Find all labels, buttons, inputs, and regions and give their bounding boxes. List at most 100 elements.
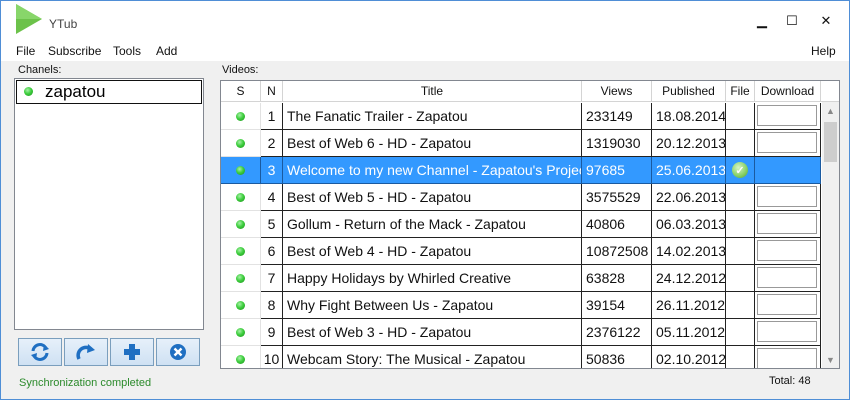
row-download-cell[interactable]	[755, 265, 821, 292]
table-row[interactable]: 8 Why Fight Between Us - Zapatou 39154 26.1…	[221, 292, 821, 319]
channel-name: zapatou	[45, 82, 106, 101]
row-published-cell: 02.10.2012	[652, 346, 726, 368]
menu-help[interactable]: Help	[811, 44, 836, 58]
row-download-cell[interactable]	[755, 184, 821, 211]
redo-button[interactable]	[64, 338, 108, 366]
row-views-cell: 10872508	[582, 238, 652, 265]
table-row[interactable]: 2 Best of Web 6 - HD - Zapatou 1319030 20.1…	[221, 130, 821, 157]
file-downloaded-icon: ✓	[732, 162, 748, 178]
download-progress-box[interactable]	[757, 348, 817, 368]
row-download-cell[interactable]	[755, 292, 821, 319]
row-published-cell: 20.12.2013	[652, 130, 726, 157]
status-dot-icon	[236, 138, 245, 148]
row-download-cell[interactable]	[755, 346, 821, 368]
row-status-cell	[221, 130, 261, 157]
row-n-cell: 8	[261, 292, 283, 319]
row-views-cell: 39154	[582, 292, 652, 319]
refresh-button[interactable]	[18, 338, 62, 366]
row-views-cell: 233149	[582, 103, 652, 130]
download-progress-box[interactable]	[757, 240, 817, 261]
row-views-cell: 1319030	[582, 130, 652, 157]
row-status-cell	[221, 184, 261, 211]
row-n-cell: 4	[261, 184, 283, 211]
window-title: YTub	[49, 17, 78, 31]
row-file-cell	[726, 292, 755, 319]
table-row[interactable]: 6 Best of Web 4 - HD - Zapatou 10872508 14.…	[221, 238, 821, 265]
app-window: YTub ▁ ☐ ✕ File Subscribe Tools Add Help…	[0, 0, 850, 400]
download-progress-box[interactable]	[757, 213, 817, 234]
row-download-cell[interactable]	[755, 211, 821, 238]
row-published-cell: 26.11.2012	[652, 292, 726, 319]
row-file-cell	[726, 319, 755, 346]
row-file-cell: ✓	[726, 157, 755, 184]
status-dot-icon	[236, 300, 245, 310]
row-download-cell[interactable]	[755, 238, 821, 265]
row-title-cell: Webcam Story: The Musical - Zapatou	[283, 346, 582, 368]
table-row[interactable]: 5 Gollum - Return of the Mack - Zapatou 40…	[221, 211, 821, 238]
menu-subscribe[interactable]: Subscribe	[48, 44, 101, 58]
remove-button[interactable]	[156, 338, 200, 366]
redo-icon	[76, 344, 95, 360]
table-row[interactable]: 3 Welcome to my new Channel - Zapatou's P…	[221, 157, 821, 184]
row-n-cell: 5	[261, 211, 283, 238]
channel-item[interactable]: zapatou	[16, 80, 202, 104]
row-download-cell[interactable]	[755, 103, 821, 130]
download-progress-box[interactable]	[757, 186, 817, 207]
status-dot-icon	[236, 354, 245, 364]
close-icon: ✕	[820, 13, 832, 28]
title-bar[interactable]: YTub ▁ ☐ ✕	[1, 1, 849, 41]
row-views-cell: 63828	[582, 265, 652, 292]
column-header-s[interactable]: S	[221, 81, 261, 102]
row-status-cell	[221, 157, 261, 184]
scroll-down-arrow[interactable]: ▼	[822, 351, 839, 368]
row-published-cell: 14.02.2013	[652, 238, 726, 265]
row-download-cell[interactable]	[755, 130, 821, 157]
minimize-icon: ▁	[757, 13, 767, 28]
status-dot-icon	[236, 192, 245, 202]
row-n-cell: 9	[261, 319, 283, 346]
table-row[interactable]: 9 Best of Web 3 - HD - Zapatou 2376122 05.1…	[221, 319, 821, 346]
status-dot-icon	[236, 219, 245, 229]
close-button[interactable]: ✕	[811, 9, 841, 33]
total-count: Total: 48	[769, 375, 811, 387]
menu-tools[interactable]: Tools	[113, 44, 141, 58]
row-status-cell	[221, 265, 261, 292]
column-header-published[interactable]: Published	[652, 81, 726, 102]
row-download-cell[interactable]	[755, 319, 821, 346]
row-file-cell	[726, 346, 755, 368]
download-progress-box[interactable]	[757, 321, 817, 342]
maximize-button[interactable]: ☐	[777, 9, 807, 33]
download-progress-box[interactable]	[757, 105, 817, 126]
status-dot-icon	[236, 165, 245, 175]
table-row[interactable]: 4 Best of Web 5 - HD - Zapatou 3575529 22.0…	[221, 184, 821, 211]
column-header-title[interactable]: Title	[283, 81, 582, 102]
scroll-up-arrow[interactable]: ▲	[822, 102, 839, 119]
minimize-button[interactable]: ▁	[747, 9, 777, 33]
row-title-cell: Gollum - Return of the Mack - Zapatou	[283, 211, 582, 238]
menu-file[interactable]: File	[16, 44, 35, 58]
menu-bar: File Subscribe Tools Add Help	[1, 41, 849, 61]
channels-label: Chanels:	[18, 64, 62, 76]
row-download-cell[interactable]	[755, 157, 821, 184]
scroll-thumb[interactable]	[824, 122, 837, 162]
download-progress-box[interactable]	[757, 267, 817, 288]
column-header-download[interactable]: Download	[755, 81, 821, 102]
column-header-views[interactable]: Views	[582, 81, 652, 102]
download-progress-box[interactable]	[757, 132, 817, 153]
download-progress-box[interactable]	[757, 294, 817, 315]
app-logo-icon	[16, 4, 42, 34]
add-button[interactable]	[110, 338, 154, 366]
table-row[interactable]: 7 Happy Holidays by Whirled Creative 63828…	[221, 265, 821, 292]
column-header-n[interactable]: N	[261, 81, 283, 102]
row-n-cell: 3	[261, 157, 283, 184]
channels-list[interactable]: zapatou	[14, 78, 204, 330]
row-n-cell: 7	[261, 265, 283, 292]
menu-add[interactable]: Add	[156, 44, 177, 58]
vertical-scrollbar[interactable]: ▲ ▼	[822, 102, 839, 368]
row-published-cell: 24.12.2012	[652, 265, 726, 292]
column-header-file[interactable]: File	[726, 81, 755, 102]
table-row[interactable]: 10 Webcam Story: The Musical - Zapatou 508…	[221, 346, 821, 368]
row-title-cell: The Fanatic Trailer - Zapatou	[283, 103, 582, 130]
row-file-cell	[726, 238, 755, 265]
table-row[interactable]: 1 The Fanatic Trailer - Zapatou 233149 18.0…	[221, 103, 821, 130]
